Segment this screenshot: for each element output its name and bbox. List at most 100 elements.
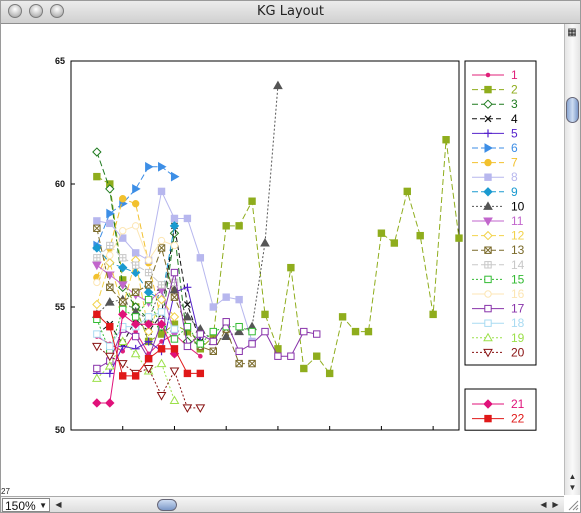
data-point-18 [144,313,153,321]
data-point-15 [183,322,192,331]
data-point-2 [261,310,269,319]
data-point-17 [287,352,295,360]
data-point-16 [144,256,153,264]
vertical-scrollbar[interactable]: ▦ ▲ ▼ [564,24,580,495]
data-point-17 [274,352,282,360]
data-point-1 [159,339,164,344]
y-tick-label: 65 [55,56,65,66]
data-point-2 [157,330,166,338]
legend-label: 19 [511,331,525,345]
vertical-scroll-thumb[interactable] [566,97,579,123]
data-point-13 [119,298,127,306]
legend-marker [484,85,492,94]
data-point-17 [93,364,101,373]
data-point-15 [235,322,243,331]
split-view-icon[interactable]: ▦ [566,26,578,40]
data-point-17 [248,340,256,348]
window-title: KG Layout [257,4,324,19]
data-point-2 [364,327,373,336]
data-point-16 [119,227,127,235]
legend-marker [484,290,492,298]
legend-frame [464,60,537,366]
data-point-22 [170,345,179,353]
data-point-1 [198,353,203,359]
legend-box-1: 1234567891011121314151617181920 [464,60,537,366]
scroll-left-icon[interactable]: ◀ [53,499,64,511]
data-point-7 [119,195,127,203]
data-point-16 [131,222,140,230]
data-point-17 [313,330,321,338]
data-point-22 [183,369,192,378]
legend-label: 14 [511,258,525,272]
data-point-22 [196,369,205,378]
data-point-2 [248,197,256,205]
app-window: KG Layout 50 55 60 65 1 2 3 4 5 6 7 8 9 10 11 12 13 14 15 1… [0,0,581,513]
legend-box-2: 2122 [464,388,537,431]
data-point-16 [157,236,166,245]
data-point-15 [248,327,256,336]
data-point-2 [416,231,424,240]
scroll-up-icon[interactable]: ▲ [567,472,578,482]
legend-label: 10 [511,199,525,213]
data-point-8 [157,187,166,196]
data-point-2 [338,313,347,321]
legend-label: 15 [511,272,525,286]
line-chart: 5055606512345678910111213141516171819202… [55,56,537,435]
data-point-2 [403,187,411,196]
data-point-14 [144,268,153,277]
data-point-16 [93,278,101,287]
resize-grip-icon[interactable] [566,498,579,511]
data-point-13 [170,293,179,301]
data-point-8 [170,214,179,223]
data-point-8 [93,217,101,225]
legend-marker [485,72,491,78]
data-point-17 [209,337,217,346]
data-point-13 [248,359,256,368]
data-point-14 [93,254,101,262]
data-point-15 [196,340,205,348]
legend-label: 16 [511,287,525,301]
data-point-17 [235,347,243,355]
data-point-8 [209,303,217,311]
scroll-right-icon[interactable]: ▶ [550,499,561,511]
data-point-8 [106,219,114,228]
horizontal-scrollbar[interactable]: 150% ▼ ◀ ◀ ▶ [1,496,564,512]
legend-marker [484,414,492,423]
legend-label: 6 [511,141,518,155]
data-point-2 [222,222,230,230]
data-point-18 [93,330,101,338]
y-tick-label: 55 [55,302,65,312]
data-point-2 [235,222,243,230]
legend-label: 4 [511,112,518,126]
data-point-17 [131,332,140,341]
data-point-2 [390,239,399,247]
data-point-14 [106,241,114,250]
legend-marker [484,246,492,254]
scroll-left-end-icon[interactable]: ◀ [538,499,549,511]
data-point-17 [222,318,230,326]
data-point-2 [455,234,463,242]
data-point-13 [209,347,217,355]
zoom-select[interactable]: 150% ▼ [2,498,50,512]
data-point-15 [144,295,153,304]
data-point-15 [131,313,140,321]
data-point-22 [144,354,153,363]
data-point-8 [222,293,230,301]
data-point-22 [157,345,166,353]
horizontal-scroll-thumb[interactable] [157,499,177,511]
legend-label: 18 [511,316,525,330]
title-bar[interactable]: KG Layout [1,1,580,24]
data-point-22 [131,372,140,380]
data-point-2 [377,229,386,237]
data-point-8 [131,249,140,257]
data-point-22 [93,310,101,319]
corner-label: 27 [1,487,10,496]
data-point-2 [93,172,101,181]
scroll-down-icon[interactable]: ▼ [567,483,578,493]
legend-label: 17 [511,302,525,316]
data-point-16 [106,251,114,260]
legend-marker [484,319,492,327]
data-point-22 [119,372,127,380]
legend-label: 22 [511,412,525,426]
legend-marker [484,304,492,313]
